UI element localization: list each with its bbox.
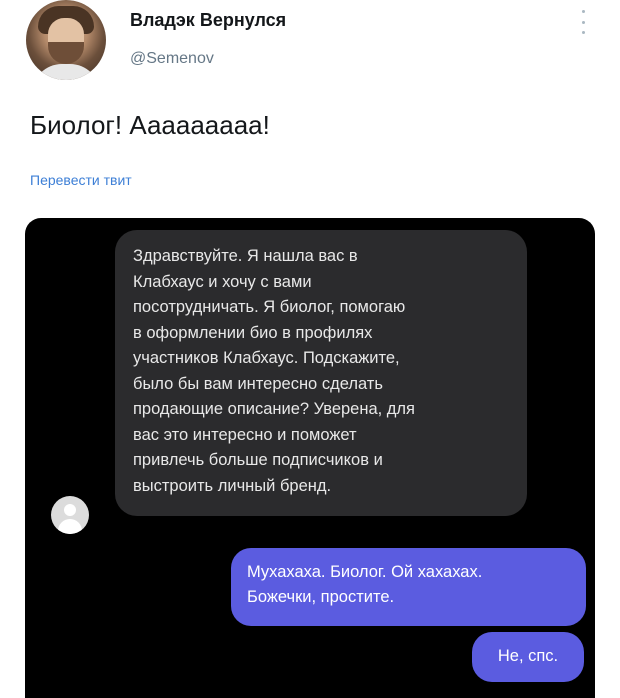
incoming-message-line: посотрудничать. Я биолог, помогаю <box>133 298 406 316</box>
outgoing-message-line: Божечки, простите. <box>247 588 395 606</box>
more-dot <box>581 10 585 13</box>
incoming-message-bubble: Здравствуйте. Я нашла вас в Клабхаус и х… <box>115 230 527 516</box>
outgoing-message-bubble: Мухахаха. Биолог. Ой хахахах. Божечки, п… <box>231 548 586 626</box>
tweet-header: Владэк Вернулся @Semenov <box>0 0 620 90</box>
more-dot <box>581 20 585 24</box>
attached-screenshot[interactable]: Здравствуйте. Я нашла вас в Клабхаус и х… <box>25 218 595 698</box>
incoming-message-line: продающие описание? Уверена, для <box>133 400 415 418</box>
translate-tweet-link[interactable]: Перевести твит <box>30 172 132 188</box>
incoming-message-line: Здравствуйте. Я нашла вас в <box>133 247 358 265</box>
author-handle[interactable]: @Semenov <box>130 50 214 68</box>
outgoing-message-line: Мухахаха. Биолог. Ой хахахах. <box>247 563 483 581</box>
user-avatar-icon <box>51 496 89 534</box>
incoming-message-line: вас это интересно и поможет <box>133 425 357 444</box>
more-dot <box>581 31 585 34</box>
incoming-message-line: было бы вам интересно сделать <box>133 374 383 393</box>
avatar-beard <box>48 42 84 64</box>
incoming-message-line: в оформлении био в профилях <box>133 323 373 342</box>
tweet-text: Биолог! Ааааааааа! <box>30 110 270 140</box>
more-vertical-icon[interactable] <box>575 10 591 34</box>
incoming-message-line: привлечь больше подписчиков и <box>133 451 383 469</box>
outgoing-message-bubble-short: Не, спс. <box>472 632 584 682</box>
avatar-shirt <box>32 64 100 80</box>
author-display-name[interactable]: Владэк Вернулся <box>130 10 286 31</box>
incoming-message-line: участников Клабхаус. Подскажите, <box>133 349 400 367</box>
incoming-message-line: Клабхаус и хочу с вами <box>133 272 312 291</box>
incoming-message-line: выстроить личный бренд. <box>133 476 332 495</box>
author-avatar[interactable] <box>26 0 106 80</box>
